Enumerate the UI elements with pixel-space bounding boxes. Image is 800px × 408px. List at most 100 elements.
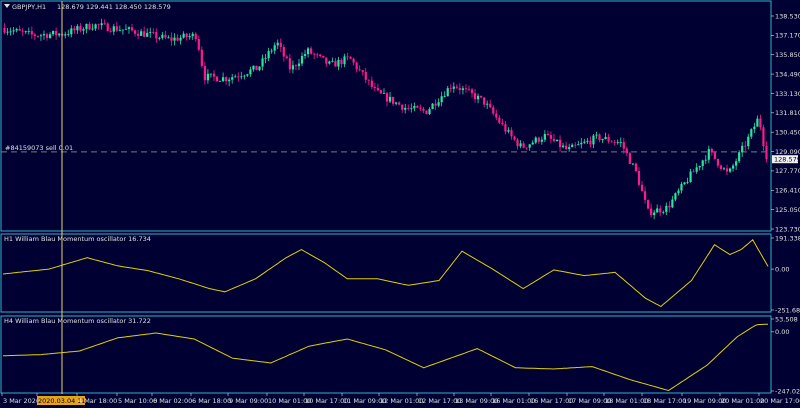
candle-body bbox=[546, 134, 550, 136]
candle-body bbox=[328, 61, 331, 64]
candle-body bbox=[325, 57, 328, 64]
candle-body bbox=[167, 37, 170, 39]
candle-body bbox=[218, 80, 222, 82]
candle-body bbox=[215, 76, 219, 82]
candle-body bbox=[571, 144, 574, 148]
candle-body bbox=[237, 76, 240, 78]
candle-body bbox=[234, 76, 237, 78]
candle-body bbox=[51, 30, 55, 35]
candle-body bbox=[659, 208, 662, 213]
x-tick-label: 16 Mar 17:00 bbox=[530, 397, 573, 405]
candle-body bbox=[674, 193, 677, 200]
candle-body bbox=[762, 127, 765, 147]
y-tick-label: 135.850 bbox=[775, 51, 800, 59]
y-tick-label: 53.508 bbox=[775, 315, 798, 323]
x-tick-label: 20 Mar 17:00 bbox=[760, 397, 800, 405]
candle-body bbox=[443, 96, 446, 98]
candle-body bbox=[261, 58, 264, 67]
candle-body bbox=[88, 23, 91, 30]
x-tick-label: 12 Mar 01:00 bbox=[380, 397, 423, 405]
candle-body bbox=[379, 90, 383, 94]
candle-body bbox=[282, 47, 285, 57]
candle-body bbox=[592, 135, 595, 145]
candle-body bbox=[528, 144, 531, 148]
candle-body bbox=[470, 89, 474, 94]
candle-body bbox=[616, 142, 619, 143]
candle-body bbox=[747, 136, 750, 147]
candle-body bbox=[489, 103, 492, 108]
candle-body bbox=[552, 138, 556, 142]
candle-body bbox=[458, 87, 461, 91]
candle-body bbox=[568, 147, 571, 150]
candle-body bbox=[637, 171, 641, 185]
candle-body bbox=[136, 33, 140, 36]
candle-body bbox=[731, 165, 735, 169]
candle-body bbox=[398, 102, 401, 105]
x-tick-label: 6 Mar 02:00 bbox=[153, 397, 192, 405]
chart-background bbox=[0, 0, 800, 408]
h4-oscillator-title: H4 William Blau Momentum oscillator 31.7… bbox=[4, 317, 151, 325]
candle-body bbox=[507, 130, 510, 132]
candle-body bbox=[483, 97, 486, 105]
candle-body bbox=[331, 61, 334, 62]
candle-body bbox=[680, 184, 683, 191]
candle-body bbox=[103, 23, 106, 25]
candle-body bbox=[498, 117, 501, 123]
candle-body bbox=[228, 79, 231, 82]
candle-body bbox=[391, 96, 395, 104]
candle-body bbox=[428, 109, 431, 114]
candle-body bbox=[130, 27, 134, 31]
candle-body bbox=[112, 26, 115, 32]
candle-body bbox=[756, 118, 759, 127]
candle-body bbox=[665, 205, 668, 212]
candle-body bbox=[668, 205, 671, 208]
candle-body bbox=[182, 33, 185, 38]
x-tick-label: 20 Mar 01:00 bbox=[721, 397, 764, 405]
candle-body bbox=[543, 134, 546, 140]
candle-body bbox=[385, 93, 389, 102]
candle-body bbox=[303, 54, 307, 56]
chart-canvas[interactable]: GBPJPY,H1 128.679 129.441 128.450 128.57… bbox=[0, 0, 800, 408]
candle-body bbox=[197, 39, 200, 50]
candle-body bbox=[27, 31, 30, 32]
candle-body bbox=[461, 88, 465, 91]
candle-body bbox=[628, 153, 631, 164]
candle-body bbox=[750, 129, 753, 137]
candle-body bbox=[595, 134, 598, 136]
candle-body bbox=[188, 36, 191, 38]
candle-body bbox=[598, 134, 601, 141]
candle-body bbox=[577, 144, 580, 146]
candle-body bbox=[133, 30, 137, 34]
candle-body bbox=[422, 108, 425, 111]
x-tick-label: 19 Mar 09:00 bbox=[683, 397, 726, 405]
candle-body bbox=[294, 65, 298, 67]
x-tick-label: 6 Mar 18:00 bbox=[192, 397, 231, 405]
candle-body bbox=[634, 163, 638, 172]
candle-body bbox=[209, 73, 213, 75]
candle-body bbox=[464, 88, 468, 90]
y-tick-label: 137.170 bbox=[775, 32, 800, 40]
candle-body bbox=[741, 145, 744, 153]
candle-body bbox=[388, 96, 392, 102]
candle-body bbox=[313, 53, 316, 55]
candle-body bbox=[513, 136, 516, 140]
candle-body bbox=[604, 136, 607, 139]
candle-body bbox=[580, 142, 583, 145]
candle-body bbox=[212, 73, 216, 77]
candle-body bbox=[716, 158, 720, 166]
candle-body bbox=[73, 28, 76, 31]
candle-body bbox=[410, 108, 413, 110]
candle-body bbox=[640, 184, 644, 192]
candle-body bbox=[109, 31, 112, 32]
candle-body bbox=[364, 71, 367, 80]
candle-body bbox=[33, 34, 36, 37]
candle-body bbox=[340, 59, 343, 65]
candle-body bbox=[200, 49, 203, 67]
candle-body bbox=[525, 147, 528, 149]
candle-body bbox=[258, 66, 261, 71]
candle-body bbox=[373, 86, 376, 88]
candle-body bbox=[143, 31, 146, 37]
candle-body bbox=[319, 54, 322, 56]
candle-body bbox=[267, 51, 270, 59]
candle-body bbox=[367, 79, 370, 81]
